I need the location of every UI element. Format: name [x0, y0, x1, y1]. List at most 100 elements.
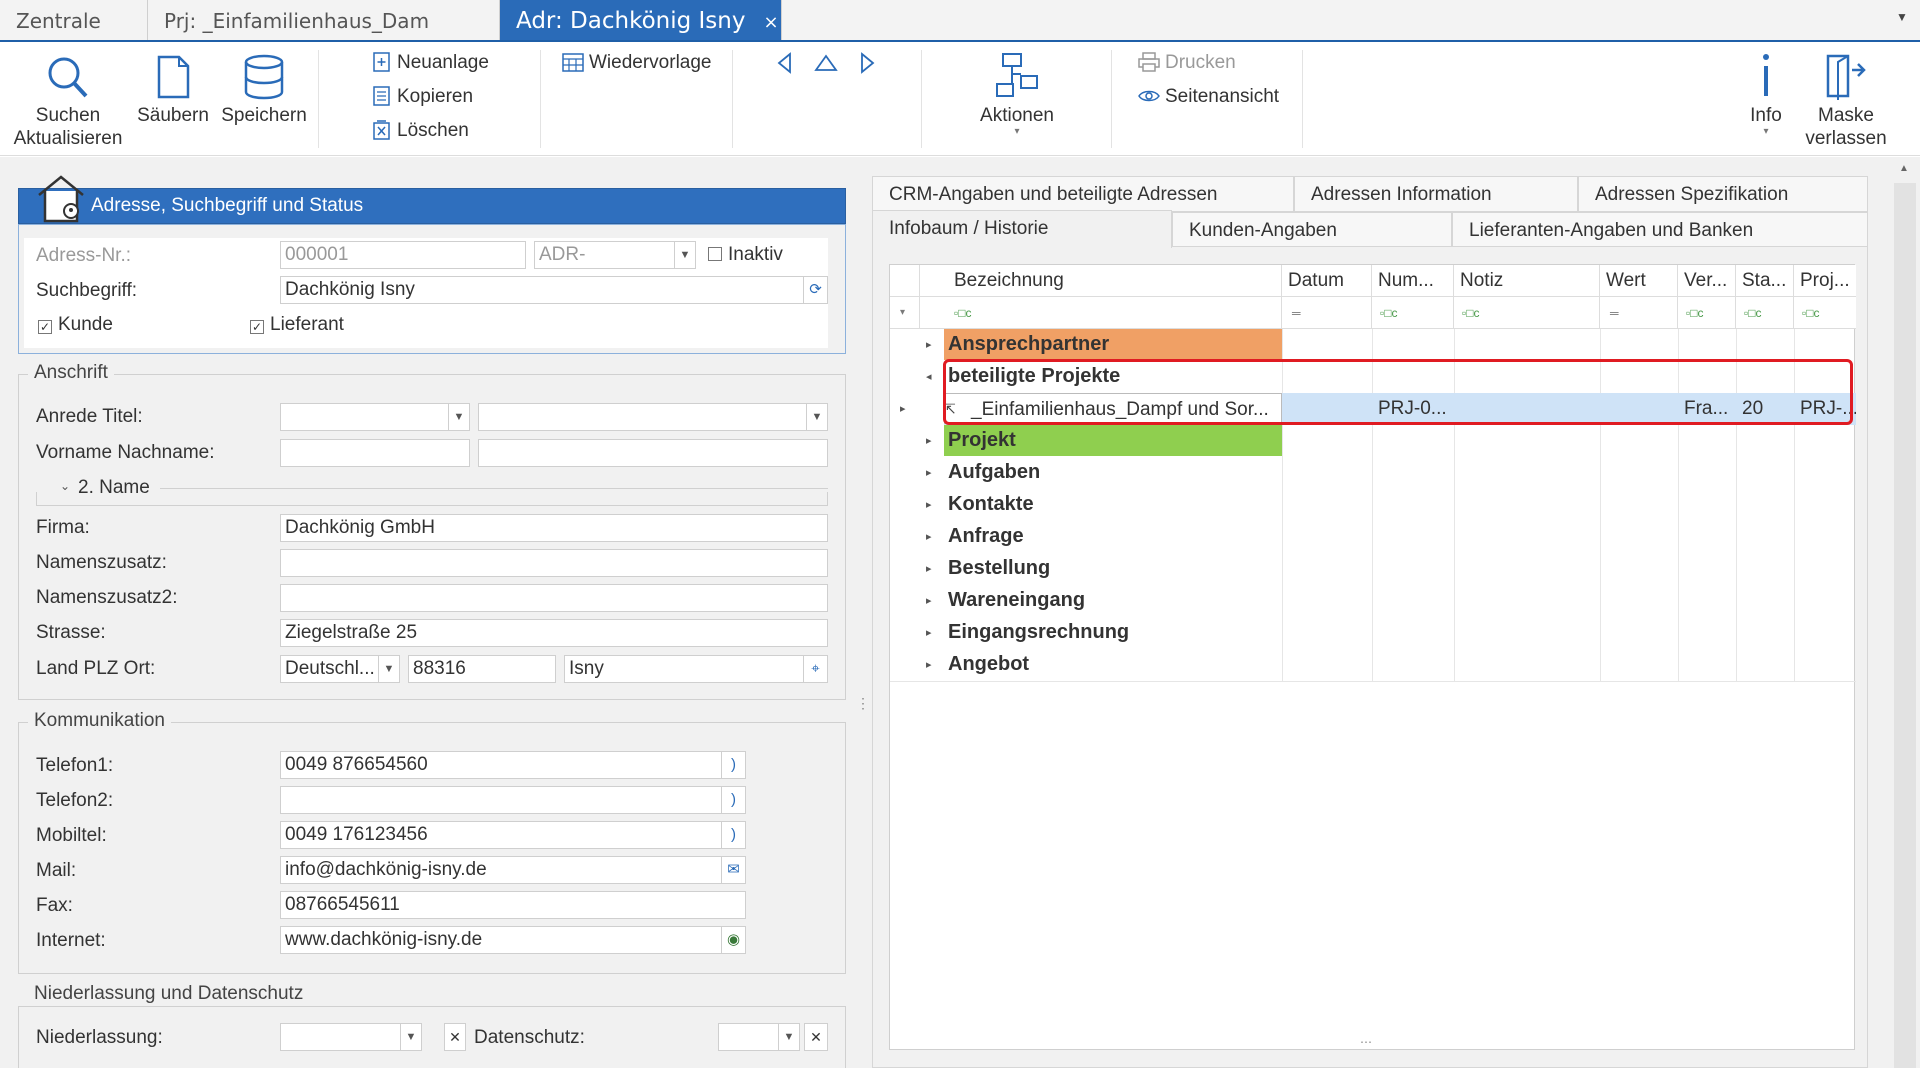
save-button[interactable]: Speichern: [221, 54, 307, 127]
resubmission-button[interactable]: Wiedervorlage: [562, 48, 712, 78]
nav-next-icon[interactable]: [857, 52, 877, 79]
tab-customer[interactable]: Kunden-Angaben: [1172, 212, 1452, 248]
info-button[interactable]: Info ▾: [1740, 52, 1792, 137]
tab-infobaum[interactable]: Infobaum / Historie: [872, 210, 1172, 248]
clear-button[interactable]: Säubern: [135, 54, 211, 127]
actions-button[interactable]: Aktionen ▾: [966, 52, 1068, 137]
envelope-icon[interactable]: ✉: [721, 857, 745, 883]
company-field[interactable]: Dachkönig GmbH: [280, 514, 828, 542]
branch-select[interactable]: ▼: [280, 1023, 422, 1051]
tab-list-dropdown-icon[interactable]: ▼: [1896, 10, 1908, 24]
phone-call-icon[interactable]: ): [721, 822, 745, 848]
address-number-field[interactable]: 000001: [280, 241, 526, 269]
expand-arrow-icon[interactable]: ▸: [926, 649, 932, 681]
chevron-down-icon[interactable]: ▼: [778, 1024, 799, 1050]
title-select[interactable]: ▼: [478, 403, 828, 431]
tree-row-ansprechpartner[interactable]: ▸ Ansprechpartner: [890, 329, 1856, 361]
tree-row-projekt[interactable]: ▸ Projekt: [890, 425, 1856, 457]
expand-arrow-icon[interactable]: ▸: [926, 329, 932, 361]
name-suffix2-field[interactable]: [280, 584, 828, 612]
tab-address-info[interactable]: Adressen Information: [1294, 176, 1578, 212]
tab-zentrale[interactable]: Zentrale: [0, 0, 148, 40]
name-suffix-field[interactable]: [280, 549, 828, 577]
filter-contains-icon[interactable]: ▫□c: [1736, 297, 1794, 329]
address-prefix-select[interactable]: ADR- ▼: [534, 241, 696, 269]
refresh-icon[interactable]: ⟳: [803, 277, 827, 303]
expand-arrow-icon[interactable]: ▸: [926, 521, 932, 553]
col-bezeichnung[interactable]: Bezeichnung: [920, 265, 1282, 297]
search-refresh-button[interactable]: Suchen Aktualisieren: [10, 54, 126, 150]
filter-contains-icon[interactable]: ▫□c: [1372, 297, 1454, 329]
collapse-chevron-icon[interactable]: ⌄: [60, 479, 70, 493]
privacy-clear-icon[interactable]: ✕: [804, 1023, 828, 1051]
exit-mask-button[interactable]: Maske verlassen: [1800, 52, 1892, 150]
col-datum[interactable]: Datum: [1282, 265, 1372, 297]
city-field[interactable]: Isny ⌖: [564, 655, 828, 683]
filter-contains-icon[interactable]: ▫□c: [1678, 297, 1736, 329]
col-projekt[interactable]: Proj...: [1794, 265, 1856, 297]
chevron-down-icon[interactable]: ▼: [448, 404, 469, 430]
tab-address-spec[interactable]: Adressen Spezifikation: [1578, 176, 1868, 212]
inactive-checkbox[interactable]: Inaktiv: [708, 244, 783, 266]
filter-contains-icon[interactable]: ▫□c: [1794, 297, 1856, 329]
chevron-down-icon[interactable]: ▼: [806, 404, 827, 430]
chevron-down-icon[interactable]: ▼: [400, 1024, 421, 1050]
expand-arrow-icon[interactable]: ▸: [926, 553, 932, 585]
branch-clear-icon[interactable]: ✕: [444, 1023, 466, 1051]
country-select[interactable]: Deutschl... ▼: [280, 655, 400, 683]
zip-field[interactable]: 88316: [408, 655, 556, 683]
col-wert[interactable]: Wert: [1600, 265, 1678, 297]
col-notiz[interactable]: Notiz: [1454, 265, 1600, 297]
mobile-field[interactable]: 0049 176123456): [280, 821, 746, 849]
print-button[interactable]: Drucken: [1138, 48, 1236, 78]
customer-checkbox[interactable]: ✓ Kunde: [38, 314, 113, 336]
tab-address[interactable]: Adr: Dachkönig Isny ×: [500, 0, 782, 40]
fax-field[interactable]: 08766545611: [280, 891, 746, 919]
tree-row-wareneingang[interactable]: ▸ Wareneingang: [890, 585, 1856, 617]
chevron-down-icon[interactable]: ▼: [378, 656, 399, 682]
tab-close-icon[interactable]: ×: [763, 12, 778, 33]
new-button[interactable]: Neuanlage: [372, 48, 489, 78]
scroll-up-icon[interactable]: ▲: [1899, 163, 1909, 174]
col-status[interactable]: Sta...: [1736, 265, 1794, 297]
tree-row-angebot[interactable]: ▸ Angebot: [890, 649, 1856, 681]
expand-arrow-icon[interactable]: ▸: [926, 425, 932, 457]
internet-field[interactable]: www.dachkönig-isny.de ◉: [280, 926, 746, 954]
chevron-down-icon[interactable]: ▼: [674, 242, 695, 268]
copy-button[interactable]: Kopieren: [372, 82, 473, 112]
search-term-field[interactable]: Dachkönig Isny ⟳: [280, 276, 828, 304]
vertical-scrollbar[interactable]: ▲: [1890, 157, 1920, 1068]
supplier-checkbox[interactable]: ✓ Lieferant: [250, 314, 344, 336]
filter-contains-icon[interactable]: ▫□c: [920, 297, 1282, 329]
phone-call-icon[interactable]: ): [721, 787, 745, 813]
collapse-arrow-icon[interactable]: ◂: [926, 361, 932, 393]
phone1-field[interactable]: 0049 876654560): [280, 751, 746, 779]
splitter-handle-icon[interactable]: ⋮: [856, 696, 870, 710]
tree-row-eingangsrechnung[interactable]: ▸ Eingangsrechnung: [890, 617, 1856, 649]
tab-supplier[interactable]: Lieferanten-Angaben und Banken: [1452, 212, 1868, 248]
map-pin-icon[interactable]: ⌖: [803, 656, 827, 682]
tree-row-anfrage[interactable]: ▸ Anfrage: [890, 521, 1856, 553]
expand-arrow-icon[interactable]: ▸: [926, 457, 932, 489]
expand-arrow-icon[interactable]: ▸: [926, 489, 932, 521]
filter-equals-icon[interactable]: ═: [1600, 297, 1678, 329]
phone2-field[interactable]: ): [280, 786, 746, 814]
tab-project[interactable]: Prj: _Einfamilienhaus_Dam: [148, 0, 500, 40]
page-preview-button[interactable]: Seitenansicht: [1138, 82, 1279, 112]
col-nummer[interactable]: Num...: [1372, 265, 1454, 297]
tree-row-kontakte[interactable]: ▸ Kontakte: [890, 489, 1856, 521]
tab-crm[interactable]: CRM-Angaben und beteiligte Adressen: [872, 176, 1294, 212]
tree-row-aufgaben[interactable]: ▸ Aufgaben: [890, 457, 1856, 489]
globe-icon[interactable]: ◉: [721, 927, 745, 953]
scrollbar-thumb[interactable]: [1894, 183, 1916, 1068]
first-name-field[interactable]: [280, 439, 470, 467]
street-field[interactable]: Ziegelstraße 25: [280, 619, 828, 647]
filter-contains-icon[interactable]: ▫□c: [1454, 297, 1600, 329]
col-verantwortlich[interactable]: Ver...: [1678, 265, 1736, 297]
expand-arrow-icon[interactable]: ▸: [926, 617, 932, 649]
phone-call-icon[interactable]: ): [721, 752, 745, 778]
nav-previous-icon[interactable]: [775, 52, 795, 79]
last-name-field[interactable]: [478, 439, 828, 467]
tree-row-bestellung[interactable]: ▸ Bestellung: [890, 553, 1856, 585]
salutation-select[interactable]: ▼: [280, 403, 470, 431]
